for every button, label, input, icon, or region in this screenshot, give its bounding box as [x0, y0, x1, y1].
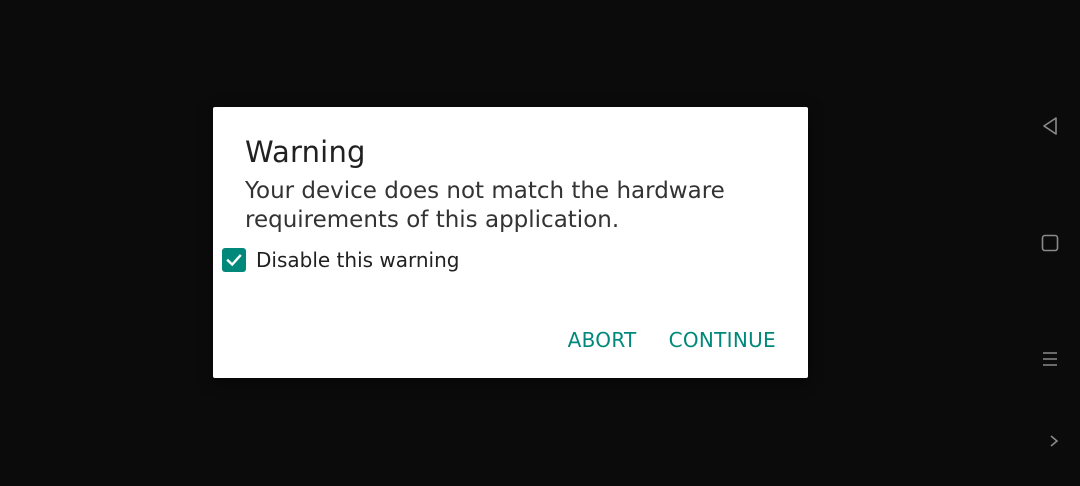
checkmark-icon: [226, 254, 242, 267]
menu-icon[interactable]: [1040, 349, 1060, 369]
checkbox-label: Disable this warning: [256, 248, 460, 272]
back-icon[interactable]: [1040, 116, 1060, 136]
home-icon[interactable]: [1040, 233, 1060, 253]
dialog-message: Your device does not match the hardware …: [245, 178, 725, 233]
abort-button[interactable]: ABORT: [568, 328, 637, 352]
disable-warning-checkbox-row[interactable]: Disable this warning: [222, 247, 460, 273]
dialog-actions: ABORT CONTINUE: [568, 328, 776, 352]
disable-warning-checkbox[interactable]: [222, 248, 246, 272]
continue-button[interactable]: CONTINUE: [669, 328, 776, 352]
screen: Warning Your device does not match the h…: [0, 0, 1080, 486]
warning-dialog: Warning Your device does not match the h…: [213, 107, 808, 378]
chevron-right-icon[interactable]: [1044, 432, 1064, 450]
dialog-title: Warning: [245, 135, 366, 169]
